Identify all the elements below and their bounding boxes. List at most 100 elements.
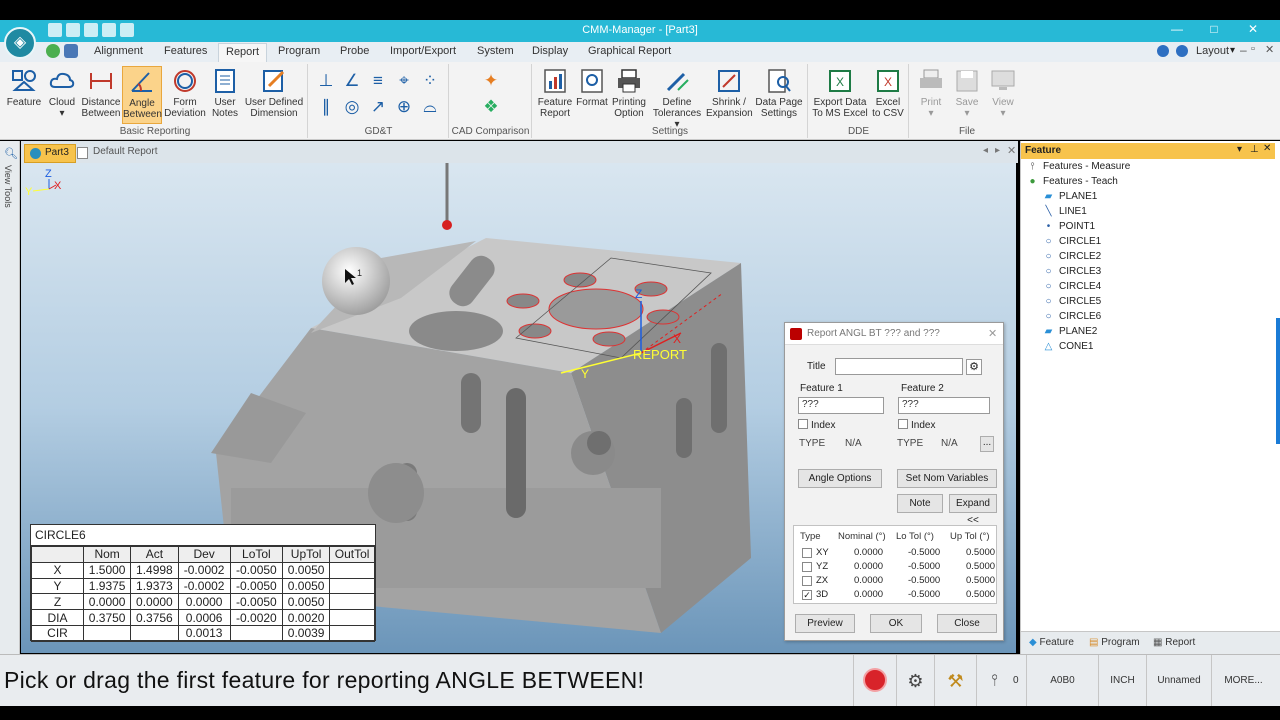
cad-compare-icon[interactable]: ✦ xyxy=(480,70,502,92)
feature1-index-checkbox[interactable]: Index xyxy=(798,419,835,431)
maximize-button[interactable]: □ xyxy=(1201,22,1227,40)
panel-dropdown-icon[interactable]: ▾ xyxy=(1237,144,1242,155)
save-button[interactable]: Save ▾ xyxy=(950,66,984,124)
angularity-icon[interactable]: ∠ xyxy=(341,70,363,92)
format-button[interactable]: Format xyxy=(575,66,609,124)
tab-default-report[interactable]: Default Report xyxy=(73,144,163,163)
tab-close-icon[interactable]: ✕ xyxy=(1007,144,1016,157)
more-status-button[interactable]: MORE... xyxy=(1211,655,1275,707)
tolerance-row-3d[interactable]: ✓ 3D 0.0000 -0.5000 0.5000 xyxy=(794,589,998,603)
user-notes-button[interactable]: User Notes xyxy=(209,66,241,124)
feature1-field[interactable]: ??? xyxy=(798,397,884,414)
panel-close-icon[interactable]: ✕ xyxy=(1263,143,1271,154)
tree-item-circle5[interactable]: ○ CIRCLE5 xyxy=(1042,296,1101,307)
people-icon[interactable] xyxy=(64,44,78,58)
surface-profile-icon[interactable]: ⌓ xyxy=(419,96,441,118)
emergency-stop-button[interactable] xyxy=(853,655,896,707)
expand-button[interactable]: Expand << xyxy=(949,494,997,526)
menu-program[interactable]: Program xyxy=(278,45,320,57)
checkbox-icon[interactable] xyxy=(802,548,812,558)
close-button[interactable]: ✕ xyxy=(1240,22,1266,40)
checkbox-icon[interactable] xyxy=(802,576,812,586)
chevron-down-icon[interactable]: ▾ xyxy=(1230,45,1235,56)
info-icon[interactable] xyxy=(1176,45,1188,57)
tree-item-circle4[interactable]: ○ CIRCLE4 xyxy=(1042,281,1101,292)
view-button[interactable]: View ▾ xyxy=(986,66,1020,124)
globe-icon[interactable] xyxy=(46,44,60,58)
menu-report[interactable]: Report xyxy=(218,43,268,62)
probe-angle-status[interactable]: A0B0 xyxy=(1026,655,1098,707)
tolerance-row-yz[interactable]: YZ 0.0000 -0.5000 0.5000 xyxy=(794,561,998,575)
form-deviation-button[interactable]: Form Deviation xyxy=(164,66,206,124)
shrink-expansion-button[interactable]: Shrink / Expansion xyxy=(706,66,753,124)
title-input[interactable] xyxy=(835,358,963,375)
view-tools-strip[interactable]: 🔍︎ View Tools xyxy=(0,141,20,654)
tree-item-plane1[interactable]: ▰ PLANE1 xyxy=(1042,191,1098,202)
program-name-status[interactable]: Unnamed xyxy=(1146,655,1211,707)
tab-part3[interactable]: Part3 xyxy=(24,144,76,163)
machine-status-button[interactable]: ⚙ xyxy=(896,655,934,707)
minimize-button[interactable]: — xyxy=(1164,22,1190,40)
menu-display[interactable]: Display xyxy=(532,45,568,57)
report-angle-dialog[interactable]: Report ANGL BT ??? and ??? ✕ Title ⚙ Fea… xyxy=(784,322,1004,641)
tree-item-circle1[interactable]: ○ CIRCLE1 xyxy=(1042,236,1101,247)
runout-icon[interactable]: ↗ xyxy=(367,96,389,118)
app-logo-icon[interactable]: ◈ xyxy=(4,27,36,59)
reference-sphere[interactable] xyxy=(322,247,390,315)
tree-group-measure[interactable]: ⫯ Features - Measure xyxy=(1026,161,1130,172)
concentricity-icon[interactable]: ◎ xyxy=(341,96,363,118)
tab-feature[interactable]: ◆ Feature xyxy=(1029,637,1074,648)
perpendicularity-icon[interactable]: ⊥ xyxy=(315,70,337,92)
checkbox-checked-icon[interactable]: ✓ xyxy=(802,590,812,600)
preview-button[interactable]: Preview xyxy=(795,614,855,633)
printing-option-button[interactable]: Printing Option xyxy=(610,66,648,124)
feature-report-button[interactable]: Feature xyxy=(5,66,43,124)
angle-between-button[interactable]: Angle Between xyxy=(122,66,162,124)
tree-item-circle3[interactable]: ○ CIRCLE3 xyxy=(1042,266,1101,277)
probe-counter[interactable]: ⫯ 0 xyxy=(976,655,1026,707)
parallelism-icon[interactable]: ∥ xyxy=(315,96,337,118)
tab-scroll-left-icon[interactable]: ◂ xyxy=(983,145,988,156)
layout-menu[interactable]: Layout xyxy=(1196,45,1229,57)
help-icon[interactable] xyxy=(1157,45,1169,57)
close-dialog-button[interactable]: Close xyxy=(937,614,997,633)
cad-color-map-icon[interactable]: ❖ xyxy=(480,96,502,118)
menu-alignment[interactable]: Alignment xyxy=(94,45,143,57)
tree-item-plane2[interactable]: ▰ PLANE2 xyxy=(1042,326,1098,337)
feature2-index-checkbox[interactable]: Index xyxy=(898,419,935,431)
panel-scroll-indicator[interactable] xyxy=(1276,318,1280,444)
angle-options-button[interactable]: Angle Options xyxy=(798,469,882,488)
tree-item-line1[interactable]: ╲ LINE1 xyxy=(1042,206,1086,217)
tree-group-teach[interactable]: ● Features - Teach xyxy=(1026,176,1117,187)
feature-report-settings-button[interactable]: Feature Report xyxy=(536,66,574,124)
menu-graphical-report[interactable]: Graphical Report xyxy=(588,45,671,57)
tolerance-row-zx[interactable]: ZX 0.0000 -0.5000 0.5000 xyxy=(794,575,998,589)
cloud-button[interactable]: Cloud ▾ xyxy=(45,66,79,124)
mdi-close-button[interactable]: ✕ xyxy=(1265,43,1274,56)
note-button[interactable]: Note xyxy=(897,494,943,513)
probe-tool-button[interactable]: ⚒ xyxy=(934,655,976,707)
browse-button[interactable]: ... xyxy=(980,436,994,452)
tree-item-circle2[interactable]: ○ CIRCLE2 xyxy=(1042,251,1101,262)
true-position-icon[interactable]: ⊕ xyxy=(393,96,415,118)
excel-to-csv-button[interactable]: X Excel to CSV xyxy=(870,66,906,124)
data-page-settings-button[interactable]: Data Page Settings xyxy=(754,66,804,124)
composite-position-icon[interactable]: ⁘ xyxy=(419,70,441,92)
menu-import-export[interactable]: Import/Export xyxy=(390,45,456,57)
tree-item-cone1[interactable]: △ CONE1 xyxy=(1042,341,1094,352)
checkbox-icon[interactable] xyxy=(802,562,812,572)
menu-probe[interactable]: Probe xyxy=(340,45,369,57)
user-defined-dimension-button[interactable]: User Defined Dimension xyxy=(243,66,305,124)
tab-program[interactable]: ▤ Program xyxy=(1089,637,1140,648)
feature2-field[interactable]: ??? xyxy=(898,397,990,414)
tree-item-circle6[interactable]: ○ CIRCLE6 xyxy=(1042,311,1101,322)
gear-icon[interactable]: ⚙ xyxy=(966,359,982,375)
menu-system[interactable]: System xyxy=(477,45,514,57)
profile-icon[interactable]: ≡ xyxy=(367,70,389,92)
mdi-minimize-button[interactable]: – xyxy=(1240,43,1247,57)
tab-report[interactable]: ▦ Report xyxy=(1153,637,1195,648)
set-nom-variables-button[interactable]: Set Nom Variables xyxy=(897,469,997,488)
feature-result-table[interactable]: CIRCLE6 Nom Act Dev LoTol UpTol OutTol X… xyxy=(30,524,376,642)
position-icon[interactable]: ⌖ xyxy=(393,70,415,92)
pin-icon[interactable]: ⊥ xyxy=(1250,144,1259,155)
